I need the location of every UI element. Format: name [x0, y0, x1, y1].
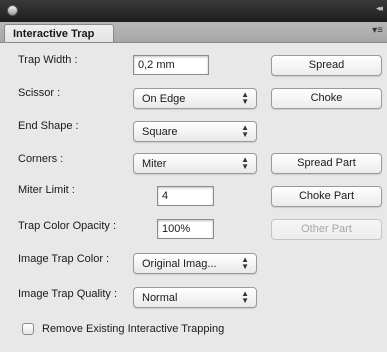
select-arrows-icon: ▲ ▼	[241, 90, 249, 106]
select-arrows-icon: ▲ ▼	[241, 289, 249, 305]
tab-title: Interactive Trap	[13, 28, 95, 40]
image-trap-color-label: Image Trap Color :	[18, 253, 110, 265]
panel-tabbar: Interactive Trap ▾≡	[0, 22, 387, 43]
image-trap-color-select[interactable]: Original Imag... ▲ ▼	[133, 253, 257, 274]
scissor-value: On Edge	[142, 93, 186, 105]
select-arrows-icon: ▲ ▼	[241, 155, 249, 171]
close-panel-button[interactable]	[7, 5, 18, 16]
image-trap-quality-select[interactable]: Normal ▲ ▼	[133, 287, 257, 308]
corners-label: Corners :	[18, 153, 64, 165]
other-part-button[interactable]: Other Part	[271, 219, 382, 240]
trap-color-opacity-label: Trap Color Opacity :	[18, 220, 117, 232]
remove-trapping-label: Remove Existing Interactive Trapping	[42, 323, 225, 335]
spread-part-button[interactable]: Spread Part	[271, 153, 382, 174]
spread-button[interactable]: Spread	[271, 55, 382, 76]
trap-width-input[interactable]: 0,2 mm	[133, 55, 209, 75]
end-shape-select[interactable]: Square ▲ ▼	[133, 121, 257, 142]
image-trap-quality-value: Normal	[142, 292, 178, 304]
corners-value: Miter	[142, 158, 167, 170]
select-arrows-icon: ▲ ▼	[241, 255, 249, 271]
miter-limit-input[interactable]: 4	[157, 186, 214, 206]
end-shape-label: End Shape :	[18, 120, 79, 132]
remove-trapping-checkbox[interactable]	[22, 323, 34, 335]
end-shape-value: Square	[142, 126, 178, 138]
tab-interactive-trap[interactable]: Interactive Trap	[4, 24, 114, 42]
scissor-label: Scissor :	[18, 87, 61, 99]
scissor-select[interactable]: On Edge ▲ ▼	[133, 88, 257, 109]
collapse-icon[interactable]: ◂◂	[376, 3, 383, 14]
select-arrows-icon: ▲ ▼	[241, 123, 249, 139]
choke-part-button[interactable]: Choke Part	[271, 186, 382, 207]
image-trap-color-value: Original Imag...	[142, 258, 217, 270]
corners-select[interactable]: Miter ▲ ▼	[133, 153, 257, 174]
trap-width-label: Trap Width :	[18, 54, 78, 66]
choke-button[interactable]: Choke	[271, 88, 382, 109]
panel-titlebar: ◂◂	[0, 0, 387, 23]
trap-color-opacity-input[interactable]: 100%	[157, 219, 214, 239]
panel-menu-icon[interactable]: ▾≡	[372, 25, 383, 36]
miter-limit-label: Miter Limit :	[18, 184, 75, 196]
image-trap-quality-label: Image Trap Quality :	[18, 288, 118, 300]
